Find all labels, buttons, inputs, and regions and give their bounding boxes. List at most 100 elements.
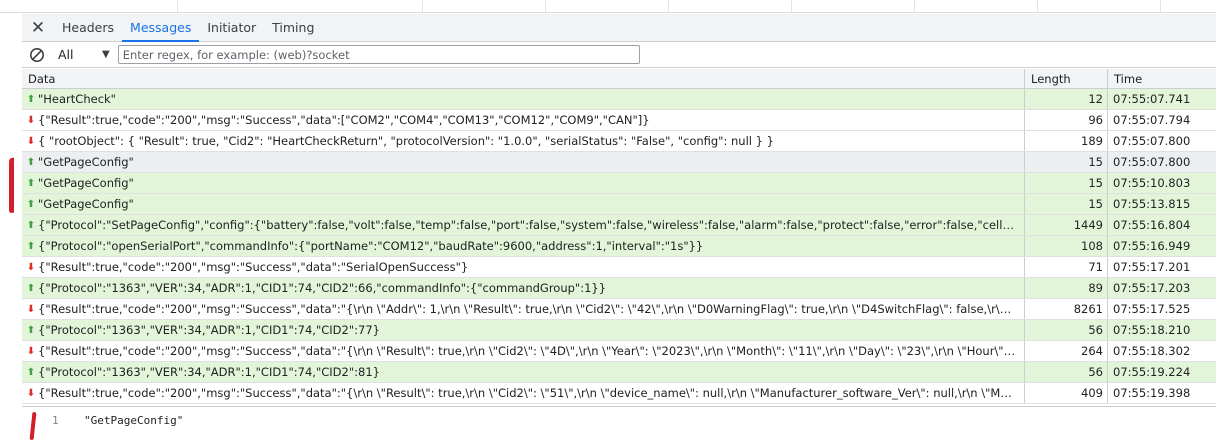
message-data-text: {"Result":true,"code":"200","msg":"Succe… [38, 386, 1018, 400]
close-icon[interactable]: ✕ [22, 14, 54, 41]
message-data-text: {"Result":true,"code":"200","msg":"Succe… [38, 302, 1018, 316]
column-header-data[interactable]: Data [22, 69, 1025, 88]
arrow-up-icon: ⬆ [26, 240, 36, 252]
message-data-cell: ⬇{ "rootObject": { "Result": true, "Cid2… [22, 131, 1025, 151]
message-time-cell: 07:55:07.741 [1113, 92, 1191, 106]
message-length-cell: 71 [1025, 257, 1108, 277]
network-detail-tabbar: ✕ Headers Messages Initiator Timing [22, 14, 1216, 42]
message-data-cell: ⬆ "GetPageConfig" [22, 152, 1025, 172]
message-data-cell: ⬇ {"Result":true,"code":"200","msg":"Succ… [22, 341, 1025, 361]
messages-filter-bar: All ▼ [22, 42, 1216, 68]
tab-headers[interactable]: Headers [54, 14, 122, 41]
message-data-cell: ⬇ {"Result":true,"code":"200","msg":"Succ… [22, 383, 1025, 403]
message-type-select[interactable]: All [58, 47, 90, 62]
message-time-cell: 07:55:18.302 [1113, 344, 1191, 358]
message-data-cell: ⬇ {"Result":true,"code":"200","msg":"Succ… [22, 257, 1025, 277]
message-data-text: "GetPageConfig" [38, 176, 134, 190]
message-length-cell: 89 [1025, 278, 1108, 298]
message-row[interactable]: ⬆ {"Protocol":"SetPageConfig","config":{"… [22, 215, 1216, 236]
arrow-down-icon: ⬇ [26, 345, 36, 357]
message-row[interactable]: ⬇ {"Result":true,"code":"200","msg":"Succ… [22, 299, 1216, 320]
message-row[interactable]: ⬆ {"Protocol":"1363","VER":34,"ADR":1,"CI… [22, 362, 1216, 383]
message-data-cell: ⬇ {"Result":true,"code":"200","msg":"Succ… [22, 110, 1025, 130]
preview-line-number: 1 [52, 414, 59, 427]
message-data-cell: ⬆ "GetPageConfig" [22, 194, 1025, 214]
arrow-down-icon: ⬇ [26, 261, 36, 273]
clear-messages-icon [30, 47, 44, 62]
message-time-cell: 07:55:16.804 [1113, 218, 1191, 232]
column-header-time[interactable]: Time [1108, 69, 1216, 88]
regex-filter-input[interactable] [117, 45, 640, 64]
message-time-cell: 07:55:10.803 [1113, 176, 1191, 190]
message-row[interactable]: ⬆ "GetPageConfig" 15 07:55:13.815 [22, 194, 1216, 215]
message-data-text: {"Result":true,"code":"200","msg":"Succe… [38, 113, 650, 127]
arrow-down-icon: ⬇ [26, 387, 36, 399]
message-length-cell: 8261 [1025, 299, 1108, 319]
arrow-up-icon: ⬆ [26, 366, 36, 378]
message-row[interactable]: ⬇ {"Result":true,"code":"200","msg":"Succ… [22, 383, 1216, 404]
arrow-down-icon: ⬇ [26, 303, 36, 315]
tab-initiator[interactable]: Initiator [199, 14, 264, 41]
message-data-cell: ⬇ {"Result":true,"code":"200","msg":"Succ… [22, 299, 1025, 319]
message-row[interactable]: ⬆ "GetPageConfig" 15 07:55:10.803 [22, 173, 1216, 194]
message-data-cell: ⬆ {"Protocol":"1363","VER":34,"ADR":1,"CI… [22, 278, 1025, 298]
message-time-cell: 07:55:07.794 [1113, 113, 1191, 127]
message-row[interactable]: ⬆ "HeartCheck" 12 07:55:07.741 [22, 89, 1216, 110]
message-time-cell: 07:55:19.224 [1113, 365, 1191, 379]
top-strip-cell [178, 0, 423, 13]
annotation-bracket-mark [9, 157, 14, 214]
message-data-text: {"Protocol":"openSerialPort","commandInf… [38, 239, 704, 253]
message-time-cell: 07:55:16.949 [1113, 239, 1191, 253]
message-row[interactable]: ⬇ {"Result":true,"code":"200","msg":"Succ… [22, 110, 1216, 131]
arrow-up-icon: ⬆ [26, 219, 36, 231]
message-rows: ⬆ "HeartCheck" 12 07:55:07.741 ⬇ {"Result":tr… [22, 89, 1216, 404]
message-data-text: {"Result":true,"code":"200","msg":"Succe… [38, 344, 1018, 358]
top-strip [0, 0, 1216, 13]
message-data-cell: ⬆ "HeartCheck" [22, 89, 1025, 109]
message-time-cell: 07:55:07.800 [1113, 134, 1191, 148]
tab-messages[interactable]: Messages [122, 14, 200, 42]
message-time-cell: 07:55:17.203 [1113, 281, 1191, 295]
arrow-down-icon: ⬇ [26, 135, 36, 147]
message-data-text: {"Protocol":"1363","VER":34,"ADR":1,"CID… [38, 323, 380, 337]
message-length-cell: 15 [1025, 152, 1108, 172]
message-length-cell: 264 [1025, 341, 1108, 361]
top-strip-cell [915, 0, 1038, 13]
message-data-text: "GetPageConfig" [38, 197, 134, 211]
message-row[interactable]: ⬇ {"Result":true,"code":"200","msg":"Succ… [22, 257, 1216, 278]
message-row[interactable]: ⬆ {"Protocol":"1363","VER":34,"ADR":1,"CI… [22, 278, 1216, 299]
message-data-text: {"Protocol":"1363","VER":34,"ADR":1,"CID… [38, 365, 380, 379]
message-length-cell: 409 [1025, 383, 1108, 403]
arrow-up-icon: ⬆ [26, 198, 36, 210]
top-strip-cell [546, 0, 669, 13]
message-data-text: { "rootObject": { "Result": true, "Cid2"… [38, 134, 774, 148]
message-row[interactable]: ⬇ {"Result":true,"code":"200","msg":"Succ… [22, 341, 1216, 362]
message-data-cell: ⬆ {"Protocol":"1363","VER":34,"ADR":1,"CI… [22, 320, 1025, 340]
message-data-text: {"Protocol":"SetPageConfig","config":{"b… [38, 218, 1018, 232]
message-row[interactable]: ⬇{ "rootObject": { "Result": true, "Cid2… [22, 131, 1216, 152]
message-data-cell: ⬆ {"Protocol":"1363","VER":34,"ADR":1,"CI… [22, 362, 1025, 382]
message-time-cell: 07:55:19.398 [1113, 386, 1191, 400]
message-length-cell: 56 [1025, 320, 1108, 340]
message-row[interactable]: ⬆ {"Protocol":"1363","VER":34,"ADR":1,"CI… [22, 320, 1216, 341]
message-length-cell: 96 [1025, 110, 1108, 130]
message-data-text: {"Result":true,"code":"200","msg":"Succe… [38, 260, 469, 274]
block-icon[interactable] [22, 47, 52, 63]
top-strip-cell [669, 0, 792, 13]
message-data-cell: ⬆ {"Protocol":"SetPageConfig","config":{"… [22, 215, 1025, 235]
arrow-up-icon: ⬆ [26, 177, 36, 189]
chevron-down-icon[interactable]: ▼ [102, 49, 110, 60]
message-time-cell: 07:55:17.525 [1113, 302, 1191, 316]
preview-content[interactable]: "GetPageConfig" [84, 414, 183, 427]
arrow-up-icon: ⬆ [26, 282, 36, 294]
tab-timing[interactable]: Timing [264, 14, 322, 41]
top-strip-cell [1038, 0, 1161, 13]
message-length-cell: 12 [1025, 89, 1108, 109]
message-length-cell: 1449 [1025, 215, 1108, 235]
message-row[interactable]: ⬆ {"Protocol":"openSerialPort","commandIn… [22, 236, 1216, 257]
column-header-length[interactable]: Length [1025, 69, 1108, 88]
message-row[interactable]: ⬆ "GetPageConfig" 15 07:55:07.800 [22, 152, 1216, 173]
message-data-text: {"Protocol":"1363","VER":34,"ADR":1,"CID… [38, 281, 607, 295]
message-data-cell: ⬆ {"Protocol":"openSerialPort","commandIn… [22, 236, 1025, 256]
message-time-cell: 07:55:07.800 [1113, 155, 1191, 169]
